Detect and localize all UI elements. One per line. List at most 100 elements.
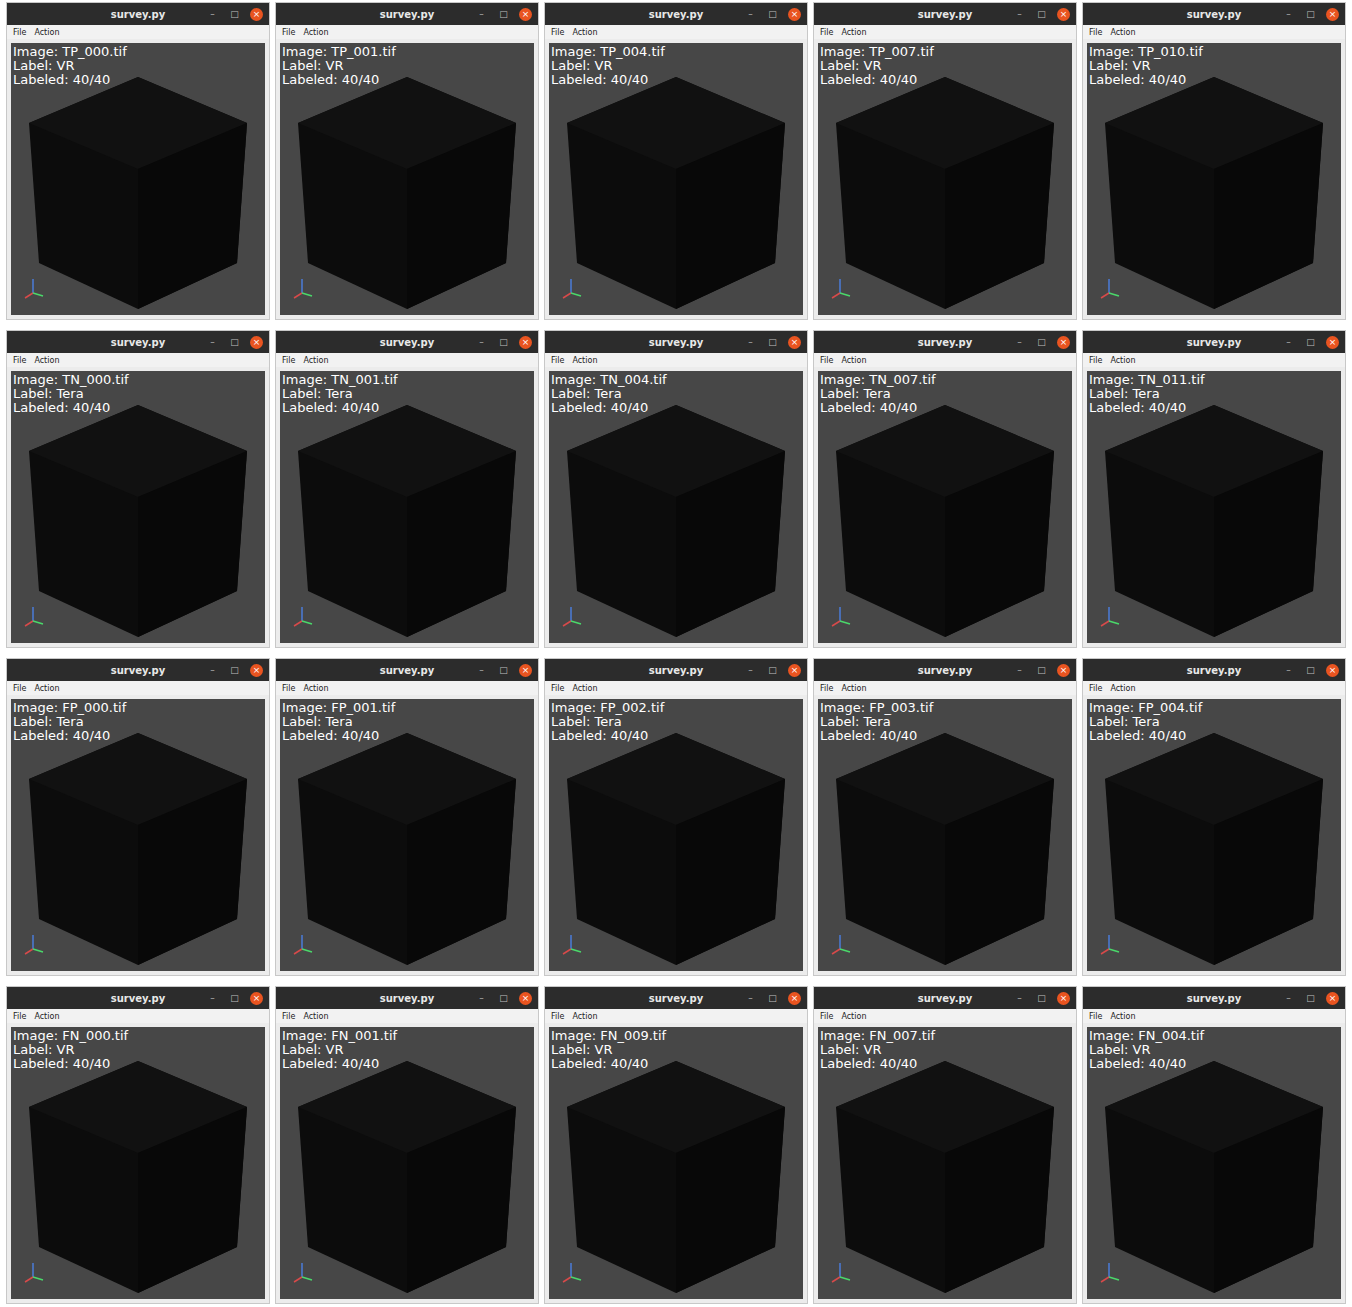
maximize-button[interactable]: □ [766, 992, 779, 1005]
close-button[interactable]: × [1326, 8, 1339, 21]
maximize-button[interactable]: □ [766, 336, 779, 349]
menu-item[interactable]: Action [34, 684, 59, 693]
close-button[interactable]: × [250, 336, 263, 349]
menu-item[interactable]: File [282, 1012, 295, 1021]
close-button[interactable]: × [1057, 664, 1070, 677]
menu-item[interactable]: Action [1110, 356, 1135, 365]
render-canvas[interactable]: Image: TP_010.tifLabel: VRLabeled: 40/40 [1087, 43, 1341, 315]
minimize-button[interactable]: – [744, 336, 757, 349]
app-window[interactable]: survey.py–□×FileActionImage: TP_004.tifL… [544, 2, 808, 320]
volume-render[interactable] [834, 1061, 1056, 1293]
menu-item[interactable]: Action [303, 1012, 328, 1021]
close-button[interactable]: × [250, 992, 263, 1005]
menu-item[interactable]: Action [303, 684, 328, 693]
maximize-button[interactable]: □ [1304, 664, 1317, 677]
render-canvas[interactable]: Image: TN_001.tifLabel: TeraLabeled: 40/… [280, 371, 534, 643]
volume-render[interactable] [296, 405, 518, 637]
close-button[interactable]: × [519, 992, 532, 1005]
render-canvas[interactable]: Image: FN_001.tifLabel: VRLabeled: 40/40 [280, 1027, 534, 1299]
close-button[interactable]: × [519, 336, 532, 349]
title-bar[interactable]: survey.py–□× [7, 987, 269, 1009]
close-button[interactable]: × [1326, 664, 1339, 677]
title-bar[interactable]: survey.py–□× [545, 659, 807, 681]
minimize-button[interactable]: – [1013, 8, 1026, 21]
close-button[interactable]: × [250, 664, 263, 677]
title-bar[interactable]: survey.py–□× [7, 659, 269, 681]
app-window[interactable]: survey.py–□×FileActionImage: FN_007.tifL… [813, 986, 1077, 1304]
render-canvas[interactable]: Image: TN_004.tifLabel: TeraLabeled: 40/… [549, 371, 803, 643]
menu-item[interactable]: Action [572, 1012, 597, 1021]
app-window[interactable]: survey.py–□×FileActionImage: TP_000.tifL… [6, 2, 270, 320]
render-canvas[interactable]: Image: TP_004.tifLabel: VRLabeled: 40/40 [549, 43, 803, 315]
minimize-button[interactable]: – [206, 336, 219, 349]
menu-item[interactable]: File [1089, 1012, 1102, 1021]
render-canvas[interactable]: Image: FP_004.tifLabel: TeraLabeled: 40/… [1087, 699, 1341, 971]
title-bar[interactable]: survey.py–□× [276, 659, 538, 681]
title-bar[interactable]: survey.py–□× [276, 331, 538, 353]
menu-item[interactable]: File [13, 1012, 26, 1021]
menu-item[interactable]: File [13, 356, 26, 365]
volume-render[interactable] [565, 77, 787, 309]
minimize-button[interactable]: – [206, 664, 219, 677]
maximize-button[interactable]: □ [766, 8, 779, 21]
volume-render[interactable] [1103, 77, 1325, 309]
close-button[interactable]: × [1057, 336, 1070, 349]
menu-item[interactable]: File [820, 28, 833, 37]
menu-item[interactable]: File [1089, 28, 1102, 37]
minimize-button[interactable]: – [1013, 336, 1026, 349]
render-canvas[interactable]: Image: FP_003.tifLabel: TeraLabeled: 40/… [818, 699, 1072, 971]
maximize-button[interactable]: □ [228, 8, 241, 21]
minimize-button[interactable]: – [744, 664, 757, 677]
menu-item[interactable]: Action [34, 1012, 59, 1021]
render-canvas[interactable]: Image: FN_007.tifLabel: VRLabeled: 40/40 [818, 1027, 1072, 1299]
app-window[interactable]: survey.py–□×FileActionImage: FN_000.tifL… [6, 986, 270, 1304]
maximize-button[interactable]: □ [1035, 336, 1048, 349]
maximize-button[interactable]: □ [497, 664, 510, 677]
title-bar[interactable]: survey.py–□× [814, 659, 1076, 681]
title-bar[interactable]: survey.py–□× [1083, 987, 1345, 1009]
title-bar[interactable]: survey.py–□× [814, 987, 1076, 1009]
volume-render[interactable] [565, 1061, 787, 1293]
menu-item[interactable]: File [282, 28, 295, 37]
title-bar[interactable]: survey.py–□× [1083, 3, 1345, 25]
title-bar[interactable]: survey.py–□× [814, 331, 1076, 353]
menu-item[interactable]: File [551, 1012, 564, 1021]
menu-item[interactable]: Action [572, 684, 597, 693]
menu-item[interactable]: Action [34, 28, 59, 37]
title-bar[interactable]: survey.py–□× [545, 987, 807, 1009]
app-window[interactable]: survey.py–□×FileActionImage: FP_004.tifL… [1082, 658, 1346, 976]
render-canvas[interactable]: Image: TN_011.tifLabel: TeraLabeled: 40/… [1087, 371, 1341, 643]
app-window[interactable]: survey.py–□×FileActionImage: TN_000.tifL… [6, 330, 270, 648]
maximize-button[interactable]: □ [1035, 8, 1048, 21]
menu-item[interactable]: File [551, 684, 564, 693]
menu-item[interactable]: Action [841, 684, 866, 693]
maximize-button[interactable]: □ [228, 992, 241, 1005]
minimize-button[interactable]: – [1282, 336, 1295, 349]
volume-render[interactable] [27, 405, 249, 637]
render-canvas[interactable]: Image: FP_001.tifLabel: TeraLabeled: 40/… [280, 699, 534, 971]
minimize-button[interactable]: – [1282, 664, 1295, 677]
volume-render[interactable] [565, 405, 787, 637]
app-window[interactable]: survey.py–□×FileActionImage: TP_010.tifL… [1082, 2, 1346, 320]
minimize-button[interactable]: – [206, 992, 219, 1005]
render-canvas[interactable]: Image: TP_000.tifLabel: VRLabeled: 40/40 [11, 43, 265, 315]
menu-item[interactable]: Action [841, 356, 866, 365]
volume-render[interactable] [834, 77, 1056, 309]
title-bar[interactable]: survey.py–□× [276, 987, 538, 1009]
title-bar[interactable]: survey.py–□× [545, 3, 807, 25]
maximize-button[interactable]: □ [1304, 992, 1317, 1005]
minimize-button[interactable]: – [1013, 664, 1026, 677]
volume-render[interactable] [1103, 405, 1325, 637]
render-canvas[interactable]: Image: FN_000.tifLabel: VRLabeled: 40/40 [11, 1027, 265, 1299]
title-bar[interactable]: survey.py–□× [276, 3, 538, 25]
close-button[interactable]: × [519, 8, 532, 21]
volume-render[interactable] [565, 733, 787, 965]
volume-render[interactable] [1103, 1061, 1325, 1293]
title-bar[interactable]: survey.py–□× [1083, 659, 1345, 681]
menu-item[interactable]: File [1089, 684, 1102, 693]
menu-item[interactable]: File [13, 28, 26, 37]
render-canvas[interactable]: Image: TP_001.tifLabel: VRLabeled: 40/40 [280, 43, 534, 315]
minimize-button[interactable]: – [475, 664, 488, 677]
menu-item[interactable]: Action [1110, 684, 1135, 693]
menu-item[interactable]: File [1089, 356, 1102, 365]
